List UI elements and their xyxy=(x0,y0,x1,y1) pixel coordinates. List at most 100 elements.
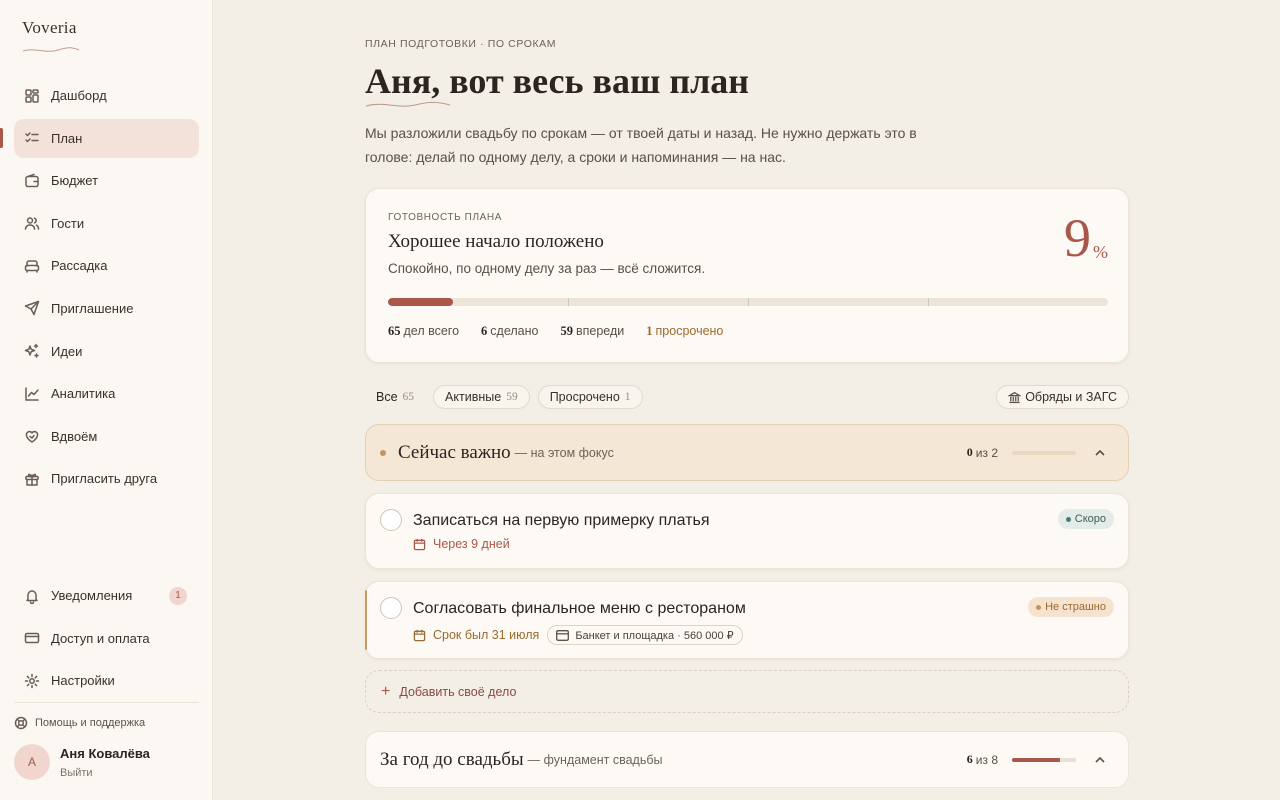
calendar-icon xyxy=(413,629,426,641)
sidebar-item-label: Рассадка xyxy=(51,258,108,274)
main-nav: Дашборд План Бюджет Гости Рассадка Пригл… xyxy=(14,76,199,502)
progress-percent-value: 9 xyxy=(1064,208,1091,268)
progress-title: Хорошее начало положено xyxy=(388,231,604,252)
task-checkbox[interactable] xyxy=(380,509,402,531)
task-checkbox[interactable] xyxy=(380,597,402,619)
help-link[interactable]: Помощь и поддержка xyxy=(14,716,145,730)
avatar: А xyxy=(14,744,50,780)
chevron-up-icon[interactable] xyxy=(1094,447,1106,459)
page-subtitle: Мы разложили свадьбу по срокам — от твое… xyxy=(365,125,917,165)
sidebar-item-invite-friend[interactable]: Пригласить друга xyxy=(14,459,199,498)
sofa-icon xyxy=(24,258,40,274)
stat-ahead: 59 впереди xyxy=(560,324,625,338)
section-progress xyxy=(1012,450,1076,455)
task-meta: Через 9 дней xyxy=(413,537,510,551)
sidebar-item-budget[interactable]: Бюджет xyxy=(14,161,199,200)
wallet-icon xyxy=(24,173,40,189)
sidebar-item-plan[interactable]: План xyxy=(14,118,199,158)
section-focus[interactable]: Сейчас важно — на этом фокус 0 из 2 xyxy=(365,424,1129,481)
sidebar-item-billing[interactable]: Доступ и оплата xyxy=(14,619,199,658)
filter-category[interactable]: Обряды и ЗАГС xyxy=(996,385,1129,409)
sidebar-item-seating[interactable]: Рассадка xyxy=(14,246,199,285)
sidebar-item-label: План xyxy=(51,130,83,146)
sidebar-item-guests[interactable]: Гости xyxy=(14,204,199,243)
sidebar-item-notifications[interactable]: Уведомления 1 xyxy=(14,576,199,615)
sidebar-item-label: Бюджет xyxy=(51,173,99,189)
progress-tick xyxy=(928,298,929,306)
filter-all[interactable]: Все 65 xyxy=(365,385,425,409)
progress-percent: 9 % xyxy=(1064,211,1108,265)
logo-swash-icon xyxy=(22,47,80,52)
sidebar-item-label: Уведомления xyxy=(51,588,133,603)
section-progress-fill xyxy=(1012,757,1060,762)
sidebar-item-together[interactable]: Вдвоём xyxy=(14,417,199,456)
checklist-icon xyxy=(24,130,40,146)
sidebar-item-ideas[interactable]: Идеи xyxy=(14,332,199,371)
stat-overdue[interactable]: 1 просрочено xyxy=(646,324,723,339)
section-count: 6 из 8 xyxy=(966,752,998,767)
progress-label: ГОТОВНОСТЬ ПЛАНА xyxy=(388,212,502,223)
section-progress xyxy=(1012,757,1076,762)
stat-done: 6 сделано xyxy=(481,324,539,338)
sidebar-item-label: Гости xyxy=(51,215,85,231)
send-icon xyxy=(24,300,40,316)
task-meta: Срок был 31 июля Банкет и площадка · 560… xyxy=(413,625,743,645)
task-card[interactable]: Согласовать финальное меню с рестораном … xyxy=(365,581,1129,659)
budget-chip[interactable]: Банкет и площадка · 560 000 ₽ xyxy=(547,625,743,645)
sidebar-item-label: Пригласить друга xyxy=(51,471,158,487)
credit-card-icon xyxy=(24,630,40,646)
sidebar: Voveria Дашборд План Бюджет Гости Рассад… xyxy=(0,0,213,800)
progress-bar xyxy=(388,298,1108,306)
sidebar-item-label: Дашборд xyxy=(51,88,107,103)
chevron-up-icon[interactable] xyxy=(1094,754,1106,766)
secondary-nav: Уведомления 1 Доступ и оплата Настройки xyxy=(14,576,199,704)
lifebuoy-icon xyxy=(14,716,28,730)
active-indicator xyxy=(0,128,3,148)
progress-subtitle: Спокойно, по одному делу за раз — всё сл… xyxy=(388,261,706,276)
plan-progress-card: ГОТОВНОСТЬ ПЛАНА Хорошее начало положено… xyxy=(365,188,1129,363)
task-card[interactable]: Записаться на первую примерку платья Чер… xyxy=(365,493,1129,569)
user-profile[interactable]: А Аня Ковалёва Выйти xyxy=(14,744,150,780)
notification-badge: 1 xyxy=(169,586,187,605)
gear-icon xyxy=(24,673,40,689)
overdue-accent xyxy=(365,590,367,650)
app-logo[interactable]: Voveria xyxy=(22,18,77,38)
gift-icon xyxy=(24,471,40,487)
sidebar-item-settings[interactable]: Настройки xyxy=(14,661,199,700)
progress-tick xyxy=(748,298,749,306)
sidebar-item-invitation[interactable]: Приглашение xyxy=(14,289,199,328)
task-due: Срок был 31 июля xyxy=(413,628,539,642)
filter-overdue[interactable]: Просрочено 1 xyxy=(537,385,643,409)
status-badge: Скоро xyxy=(1057,509,1114,529)
bell-icon xyxy=(24,588,40,604)
page-eyebrow: ПЛАН ПОДГОТОВКИ · ПО СРОКАМ xyxy=(365,38,557,50)
stat-total: 65 дел всего xyxy=(388,324,460,338)
progress-stats: 65 дел всего 6 сделано 59 впереди 1 просроче… xyxy=(388,324,723,339)
filter-active[interactable]: Активные 59 xyxy=(433,385,530,409)
user-name: Аня Ковалёва xyxy=(60,745,150,761)
sidebar-item-dashboard[interactable]: Дашборд xyxy=(14,76,199,115)
progress-bar-fill xyxy=(388,298,453,306)
progress-tick xyxy=(568,298,569,306)
section-count: 0 из 2 xyxy=(966,445,998,460)
task-due: Через 9 дней xyxy=(413,537,510,551)
sidebar-item-label: Приглашение xyxy=(51,300,134,316)
section-title: За год до свадьбы xyxy=(380,748,524,770)
section-year-before[interactable]: За год до свадьбы — фундамент свадьбы 6и… xyxy=(365,731,1129,788)
title-swash-icon xyxy=(365,101,451,107)
sidebar-item-label: Идеи xyxy=(51,343,83,359)
sidebar-item-label: Доступ и оплата xyxy=(51,630,150,646)
sidebar-item-label: Настройки xyxy=(51,673,115,689)
page-title: Аня, вот весь ваш план xyxy=(365,61,750,101)
bank-icon xyxy=(1008,391,1022,403)
add-task-button[interactable]: + Добавить своё дело xyxy=(365,670,1129,713)
chart-line-icon xyxy=(24,386,40,402)
task-title: Согласовать финальное меню с рестораном xyxy=(413,600,746,617)
logout-link[interactable]: Выйти xyxy=(60,767,150,779)
plus-icon: + xyxy=(381,682,391,700)
sidebar-item-label: Аналитика xyxy=(51,386,116,402)
sidebar-item-analytics[interactable]: Аналитика xyxy=(14,374,199,413)
calendar-icon xyxy=(413,538,426,550)
help-label: Помощь и поддержка xyxy=(35,717,146,729)
focus-dot-icon xyxy=(380,449,386,456)
